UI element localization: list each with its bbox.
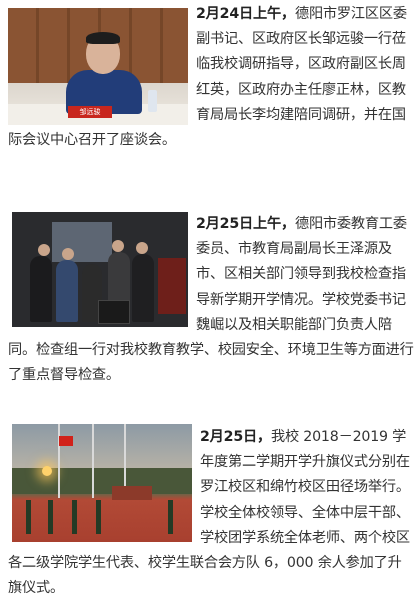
article-3-date: 2月25日，	[200, 429, 271, 445]
article-2-text: 2月25日上午，德阳市委教育工委委员、市教育局副局长王泽源及市、区相关部门领导到…	[8, 212, 415, 388]
article-2-date: 2月25日上午，	[196, 216, 295, 232]
article-2: 2月25日上午，德阳市委教育工委委员、市教育局副局长王泽源及市、区相关部门领导到…	[0, 207, 419, 397]
article-3: 2月25日，我校 2018－2019 学年度第二学期开学升旗仪式分别在罗江校区和…	[0, 422, 419, 607]
article-1: 邹远骏 2月24日上午，德阳市罗江区区委副书记、区政府区长邹远骏一行莅临我校调研…	[0, 0, 419, 185]
article-3-text: 2月25日，我校 2018－2019 学年度第二学期开学升旗仪式分别在罗江校区和…	[8, 425, 415, 601]
article-1-text: 2月24日上午，德阳市罗江区区委副书记、区政府区长邹远骏一行莅临我校调研指导，区…	[8, 2, 415, 153]
article-1-date: 2月24日上午，	[196, 6, 295, 22]
